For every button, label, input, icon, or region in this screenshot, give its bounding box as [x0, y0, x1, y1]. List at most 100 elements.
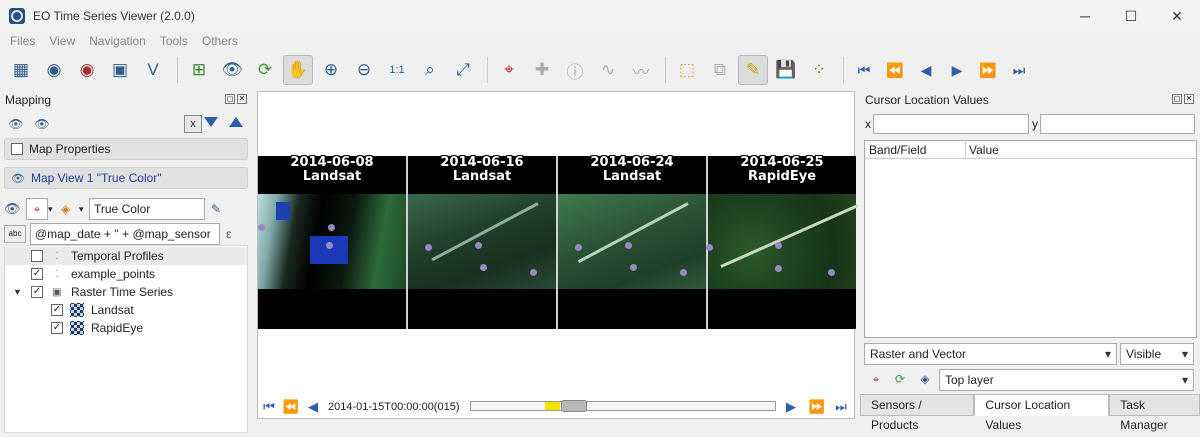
- temporal-profile-icon[interactable]: 〰: [626, 55, 656, 85]
- list-item[interactable]: ✓ Landsat: [5, 301, 247, 319]
- map-properties-section[interactable]: Map Properties: [4, 138, 248, 160]
- last-date-icon[interactable]: ⏭: [830, 399, 852, 415]
- style-settings-icon[interactable]: ✎: [211, 202, 221, 216]
- create-vector-icon[interactable]: V: [138, 55, 168, 85]
- list-item[interactable]: ▼ ✓ ▣ Raster Time Series: [5, 283, 247, 301]
- tab-cursor-location-values[interactable]: Cursor Location Values: [974, 394, 1110, 432]
- refresh-icon[interactable]: ⟳: [250, 55, 280, 85]
- style-menu-chevron-icon[interactable]: ▾: [79, 204, 89, 215]
- add-mapview-icon[interactable]: 👁: [8, 116, 24, 132]
- visibility-select[interactable]: Visible: [1120, 343, 1194, 365]
- save-edits-icon[interactable]: 💾: [771, 55, 801, 85]
- y-field[interactable]: [1040, 114, 1195, 134]
- deselect-icon[interactable]: ⧉: [705, 55, 735, 85]
- fast-forward-icon[interactable]: ⏩: [806, 399, 828, 415]
- move-down-icon[interactable]: [204, 117, 218, 127]
- edit-pencil-icon[interactable]: ✎: [738, 55, 768, 85]
- close-panel-icon[interactable]: ✕: [237, 94, 247, 104]
- layer-filter-icon[interactable]: ◈: [917, 371, 933, 387]
- last-date-icon[interactable]: ⏭: [1005, 55, 1033, 85]
- minimize-button[interactable]: ─: [1062, 0, 1108, 32]
- tab-sensors-products[interactable]: Sensors / Products: [860, 394, 975, 432]
- menu-view[interactable]: View: [49, 34, 75, 48]
- expand-arrow-icon[interactable]: ▼: [13, 287, 22, 297]
- source-mode-select[interactable]: Raster and Vector: [864, 343, 1117, 365]
- column-value[interactable]: Value: [969, 143, 999, 157]
- remove-raster-icon[interactable]: ◉: [72, 55, 102, 85]
- refresh-icon[interactable]: ⟳: [892, 371, 908, 387]
- list-item[interactable]: ✓ ⁚ example_points: [5, 265, 247, 283]
- close-panel-icon[interactable]: ✕: [1184, 94, 1194, 104]
- remove-mapview-icon[interactable]: 👁: [34, 116, 50, 132]
- map-view-4[interactable]: 2014-06-25 RapidEye: [706, 156, 859, 329]
- group-icon: ▣: [52, 286, 62, 298]
- map-view-1[interactable]: 2014-06-08 Landsat: [258, 156, 406, 329]
- crosshair-style-icon[interactable]: ⌖: [26, 198, 48, 220]
- first-date-icon[interactable]: ⏮: [850, 55, 878, 85]
- column-band[interactable]: Band/Field: [869, 143, 926, 157]
- menu-tools[interactable]: Tools: [160, 34, 188, 48]
- rapideye-checkbox[interactable]: ✓: [51, 322, 63, 334]
- menu-navigation[interactable]: Navigation: [89, 34, 146, 48]
- label-abc-icon[interactable]: abc: [4, 225, 26, 243]
- zoom-1to1-icon[interactable]: 1:1: [382, 55, 412, 85]
- info-icon[interactable]: ⓘ: [560, 55, 590, 85]
- fast-forward-icon[interactable]: ⏩: [974, 55, 1002, 85]
- float-icon[interactable]: ◻: [1172, 94, 1182, 104]
- example-points-checkbox[interactable]: ✓: [31, 268, 43, 280]
- map-view-3[interactable]: 2014-06-24 Landsat: [558, 156, 706, 329]
- slider-handle[interactable]: [561, 400, 587, 412]
- add-points-icon[interactable]: ⁘: [804, 55, 834, 85]
- map-canvas-area[interactable]: 2014-06-08 Landsat 2014-06-16 Landsat 2014: [257, 91, 859, 419]
- menu-bar: Files View Navigation Tools Others: [0, 32, 1200, 50]
- x-button[interactable]: x: [184, 115, 202, 133]
- layer-mode-select[interactable]: Top layer: [939, 369, 1194, 391]
- map-view-section[interactable]: 👁 Map View 1 "True Color": [4, 167, 248, 189]
- raster-time-series-checkbox[interactable]: ✓: [31, 286, 43, 298]
- next-date-icon[interactable]: ▶: [943, 55, 971, 85]
- show-icon[interactable]: 👁: [217, 55, 247, 85]
- expression-icon[interactable]: ε: [226, 227, 231, 241]
- zoom-extent-icon[interactable]: ⤢: [448, 55, 478, 85]
- previous-date-icon[interactable]: ◀: [912, 55, 940, 85]
- tab-task-manager[interactable]: Task Manager: [1109, 394, 1200, 432]
- first-date-icon[interactable]: ⏮: [258, 399, 280, 415]
- move-up-icon[interactable]: [229, 117, 243, 127]
- previous-date-icon[interactable]: ◀: [302, 399, 324, 415]
- add-raster-icon[interactable]: ▦: [6, 55, 36, 85]
- cursor-location-icon[interactable]: ⌖: [868, 371, 884, 387]
- visibility-icon[interactable]: 👁: [4, 201, 26, 217]
- close-button[interactable]: ✕: [1154, 0, 1200, 32]
- time-slider[interactable]: [470, 400, 776, 412]
- label-expression-field[interactable]: @map_date + '' + @map_sensor: [30, 223, 220, 245]
- landsat-checkbox[interactable]: ✓: [51, 304, 63, 316]
- spectral-profile-icon[interactable]: ∿: [593, 55, 623, 85]
- float-icon[interactable]: ◻: [225, 94, 235, 104]
- zoom-in-icon[interactable]: ⊕: [316, 55, 346, 85]
- zoom-pixel-icon[interactable]: ⌕: [415, 55, 445, 85]
- values-table[interactable]: Band/Field Value: [864, 140, 1197, 338]
- map-view-2[interactable]: 2014-06-16 Landsat: [408, 156, 556, 329]
- fast-back-icon[interactable]: ⏪: [881, 55, 909, 85]
- crosshair-icon[interactable]: ✚: [527, 55, 557, 85]
- next-date-icon[interactable]: ▶: [780, 399, 802, 415]
- save-icon[interactable]: ▣: [105, 55, 135, 85]
- chevron-down-icon[interactable]: ▾: [48, 204, 58, 215]
- zoom-out-icon[interactable]: ⊖: [349, 55, 379, 85]
- menu-files[interactable]: Files: [10, 34, 35, 48]
- pan-hand-icon[interactable]: ✋: [283, 55, 313, 85]
- select-feature-icon[interactable]: ⬚: [672, 55, 702, 85]
- menu-others[interactable]: Others: [202, 34, 238, 48]
- temporal-profiles-checkbox[interactable]: [31, 250, 43, 262]
- add-vector-icon[interactable]: ◉: [39, 55, 69, 85]
- fast-back-icon[interactable]: ⏪: [280, 399, 302, 415]
- zoom-full-icon[interactable]: ⊞: [184, 55, 214, 85]
- x-field[interactable]: [873, 114, 1029, 134]
- maximize-button[interactable]: ☐: [1108, 0, 1154, 32]
- cursor-location-icon[interactable]: ⌖: [494, 55, 524, 85]
- map-properties-checkbox[interactable]: [11, 143, 23, 155]
- render-style-field[interactable]: True Color: [89, 198, 205, 220]
- list-item[interactable]: ⁚ Temporal Profiles: [5, 247, 247, 265]
- list-item[interactable]: ✓ RapidEye: [5, 319, 247, 337]
- style-icon[interactable]: ◈: [61, 202, 79, 216]
